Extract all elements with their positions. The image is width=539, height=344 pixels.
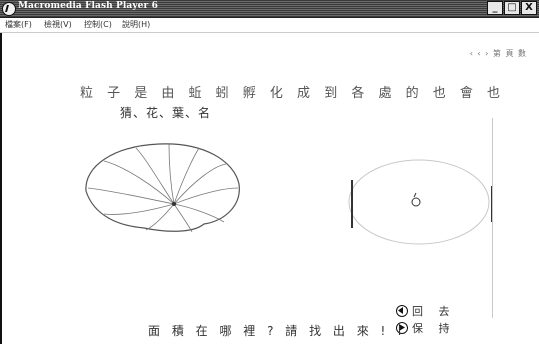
instruction-text: 面 積 在 哪 裡 ? 請 找 出 來 ! !: [148, 324, 406, 338]
close-button[interactable]: X: [521, 1, 537, 15]
menu-control[interactable]: 控制(C): [84, 18, 112, 32]
menu-view[interactable]: 檢視(V): [44, 18, 72, 32]
menu-file[interactable]: 檔案(F): [5, 18, 32, 32]
riddle-hint: 猜、花、葉、名: [120, 106, 212, 120]
window-title: Macromedia Flash Player 6: [18, 1, 158, 11]
oval-drawing: [348, 159, 493, 245]
menu-help[interactable]: 說明(H): [122, 18, 150, 32]
minimize-button[interactable]: _: [487, 1, 503, 15]
shell-center-dot: [172, 202, 176, 206]
shell-drawing: [85, 143, 240, 233]
flash-player-icon: [2, 2, 16, 16]
back-control[interactable]: 回 去: [396, 303, 456, 319]
divider-line: [492, 118, 493, 318]
title-bar: Macromedia Flash Player 6 _ □ X: [0, 0, 539, 18]
hold-label: 保 持: [412, 322, 456, 335]
maximize-button[interactable]: □: [504, 1, 520, 15]
page-navigation[interactable]: ‹ ‹ › 第 頁 數: [470, 48, 527, 59]
window-left-border: [0, 33, 2, 344]
menu-bar: 檔案(F) 檢視(V) 控制(C) 說明(H): [0, 18, 539, 33]
back-label: 回 去: [412, 305, 456, 318]
riddle-text: 粒 子 是 由 蚯 蚓 孵 化 成 到 各 處 的 也 會 也: [80, 86, 505, 101]
back-arrow-icon: [396, 305, 408, 317]
